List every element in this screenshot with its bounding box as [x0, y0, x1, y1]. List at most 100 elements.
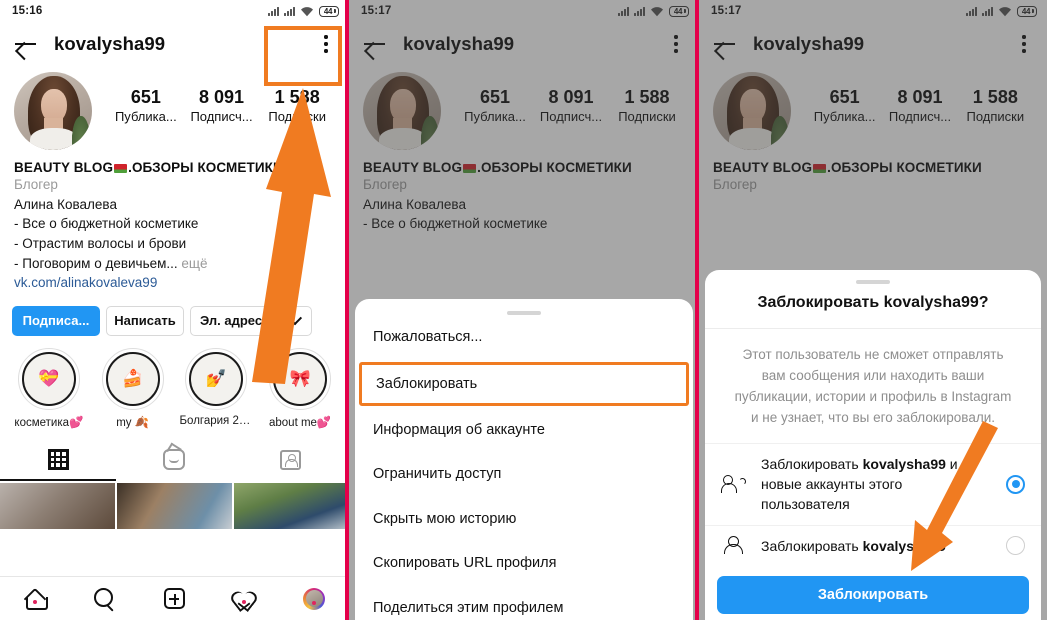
- nav-create[interactable]: [140, 588, 210, 609]
- menu-item-hide-story[interactable]: Скрыть мою историю: [355, 497, 693, 541]
- status-clock: 15:16: [12, 5, 43, 17]
- nav-activity[interactable]: [209, 589, 279, 609]
- stat-following[interactable]: 1 588 Подписки: [259, 86, 335, 125]
- search-icon: [94, 588, 115, 609]
- email-button[interactable]: Эл. адрес: [190, 305, 272, 336]
- story-highlights: 💝 косметика💕 🍰 my 🍂 💅 Болгария 20... 🎀 a…: [0, 336, 349, 429]
- post-thumbnail[interactable]: [0, 482, 115, 529]
- highlight-item[interactable]: 🍰 my 🍂: [96, 347, 170, 429]
- option-username: kovalysha99: [862, 455, 946, 472]
- bio-external-link[interactable]: vk.com/alinakovaleva99: [14, 273, 335, 293]
- stat-label: Публика...: [114, 108, 177, 124]
- highlight-item[interactable]: 💝 косметика💕: [12, 347, 86, 429]
- chevron-down-icon: [287, 310, 303, 325]
- back-arrow-icon[interactable]: [14, 34, 38, 54]
- dialog-title: Заблокировать kovalysha99?: [705, 284, 1041, 330]
- post-thumbnail[interactable]: [234, 482, 349, 529]
- profile-avatar-icon: [303, 587, 326, 610]
- nav-home[interactable]: [0, 589, 70, 610]
- bio-more-link[interactable]: ещё: [178, 256, 207, 271]
- battery-icon: 44: [319, 5, 339, 17]
- avatar[interactable]: [14, 72, 92, 150]
- bio-display-name: BEAUTY BLOG .ОБЗОРЫ КОСМЕТИКИ: [14, 160, 335, 175]
- post-grid: [0, 482, 349, 529]
- profile-stats: 651 Публика... 8 091 Подписч... 1 588 По…: [92, 72, 335, 125]
- grid-icon: [47, 449, 69, 471]
- bio-line: - Отрастим волосы и брови: [14, 235, 187, 251]
- highlight-label: about me💕: [268, 416, 332, 429]
- bio-line-text: - Поговорим о девичьем...: [14, 255, 178, 271]
- menu-item-restrict[interactable]: Ограничить доступ: [355, 452, 693, 496]
- profile-summary: 651 Публика... 8 091 Подписч... 1 588 По…: [0, 66, 349, 150]
- status-icons: 44: [268, 5, 339, 17]
- bio-real-name: Алина Ковалева: [14, 196, 117, 212]
- active-tab-underline: [0, 478, 117, 481]
- panel-divider: [695, 0, 699, 620]
- highlight-cover: 🎀: [273, 351, 328, 406]
- page-title: kovalysha99: [54, 33, 166, 54]
- option-prefix: Заблокировать: [761, 455, 863, 472]
- status-bar: 15:16 44: [0, 0, 349, 22]
- phone-screen-profile: 15:16 44 kovalysha99 651 Публика... 8 09…: [0, 0, 349, 620]
- highlight-item[interactable]: 💅 Болгария 20...: [180, 347, 253, 429]
- block-option-accounts[interactable]: Заблокировать kovalysha99 и новые аккаун…: [705, 442, 1041, 525]
- highlight-item[interactable]: 🎀 about me💕: [263, 347, 337, 429]
- bio-line-last: - Поговорим о девичьем... ещё: [14, 254, 335, 274]
- bio-category: Блогер: [14, 177, 58, 192]
- dialog-actions: Заблокировать: [705, 566, 1041, 620]
- menu-item-copy-url[interactable]: Скопировать URL профиля: [355, 541, 693, 585]
- block-confirmation-dialog: Заблокировать kovalysha99? Этот пользова…: [705, 270, 1041, 620]
- highlight-ring: 🎀: [269, 347, 332, 410]
- signal-bars-icon-2: [284, 6, 295, 16]
- stat-posts[interactable]: 651 Публика...: [108, 86, 184, 125]
- wifi-icon: [301, 6, 313, 16]
- highlight-cover: 💝: [21, 351, 76, 406]
- confirm-block-button[interactable]: Заблокировать: [717, 576, 1029, 614]
- highlight-cover: 💅: [189, 351, 244, 406]
- stat-label: Подписки: [268, 108, 326, 124]
- stat-value: 651: [130, 87, 161, 107]
- highlight-ring: 💅: [185, 347, 248, 410]
- block-option-single[interactable]: Заблокировать kovalysha99: [705, 524, 1041, 566]
- tagged-photos-icon: [280, 449, 302, 470]
- stat-followers[interactable]: 8 091 Подписч...: [184, 86, 260, 125]
- option-username: kovalysha99: [862, 537, 946, 554]
- highlight-label: my 🍂: [116, 416, 150, 429]
- radio-selected[interactable]: [1006, 474, 1025, 494]
- menu-item-share-profile[interactable]: Поделиться этим профилем: [355, 586, 693, 620]
- tab-igtv[interactable]: [116, 441, 232, 479]
- nav-search[interactable]: [70, 588, 140, 609]
- stat-label: Подписч...: [190, 108, 253, 124]
- bottom-navigation: [0, 576, 349, 620]
- nav-profile[interactable]: [279, 587, 349, 610]
- block-option-label: Заблокировать kovalysha99 и новые аккаун…: [761, 454, 992, 515]
- follow-button[interactable]: Подписа...: [12, 305, 100, 336]
- dialog-description: Этот пользователь не сможет отправлять в…: [734, 347, 1012, 425]
- panel-divider: [345, 0, 349, 620]
- bio-line: - Все о бюджетной косметике: [14, 216, 199, 232]
- belarus-flag-icon: [114, 164, 128, 173]
- highlight-cover: 🍰: [105, 351, 160, 406]
- more-actions-button[interactable]: [278, 305, 312, 336]
- menu-item-block[interactable]: Заблокировать: [359, 361, 689, 407]
- stat-value: 8 091: [198, 87, 245, 107]
- radio-unselected[interactable]: [1006, 536, 1025, 556]
- phone-screen-block-dialog: 15:17 44 kovalysha99 651 Публика... 8 09…: [699, 0, 1047, 620]
- kebab-menu-icon[interactable]: [315, 32, 337, 56]
- igtv-icon: [163, 449, 186, 471]
- tab-grid[interactable]: [0, 441, 116, 479]
- message-button[interactable]: Написать: [106, 305, 184, 336]
- screenshot-stage: 15:16 44 kovalysha99 651 Публика... 8 09…: [0, 0, 1047, 620]
- nav-dot: [242, 599, 247, 604]
- highlight-ring: 🍰: [101, 347, 164, 410]
- menu-item-report[interactable]: Пожаловаться...: [355, 315, 693, 359]
- highlight-ring: 💝: [17, 347, 80, 410]
- nav-dot: [312, 600, 317, 605]
- tab-tagged[interactable]: [233, 441, 349, 479]
- highlight-label: косметика💕: [14, 416, 84, 429]
- post-thumbnail[interactable]: [117, 482, 232, 529]
- menu-item-account-info[interactable]: Информация об аккаунте: [355, 408, 693, 452]
- phone-screen-menu: 15:17 44 kovalysha99 651 Публика... 8 09…: [349, 0, 699, 620]
- people-icon: [721, 475, 747, 494]
- signal-bars-icon: [268, 6, 279, 16]
